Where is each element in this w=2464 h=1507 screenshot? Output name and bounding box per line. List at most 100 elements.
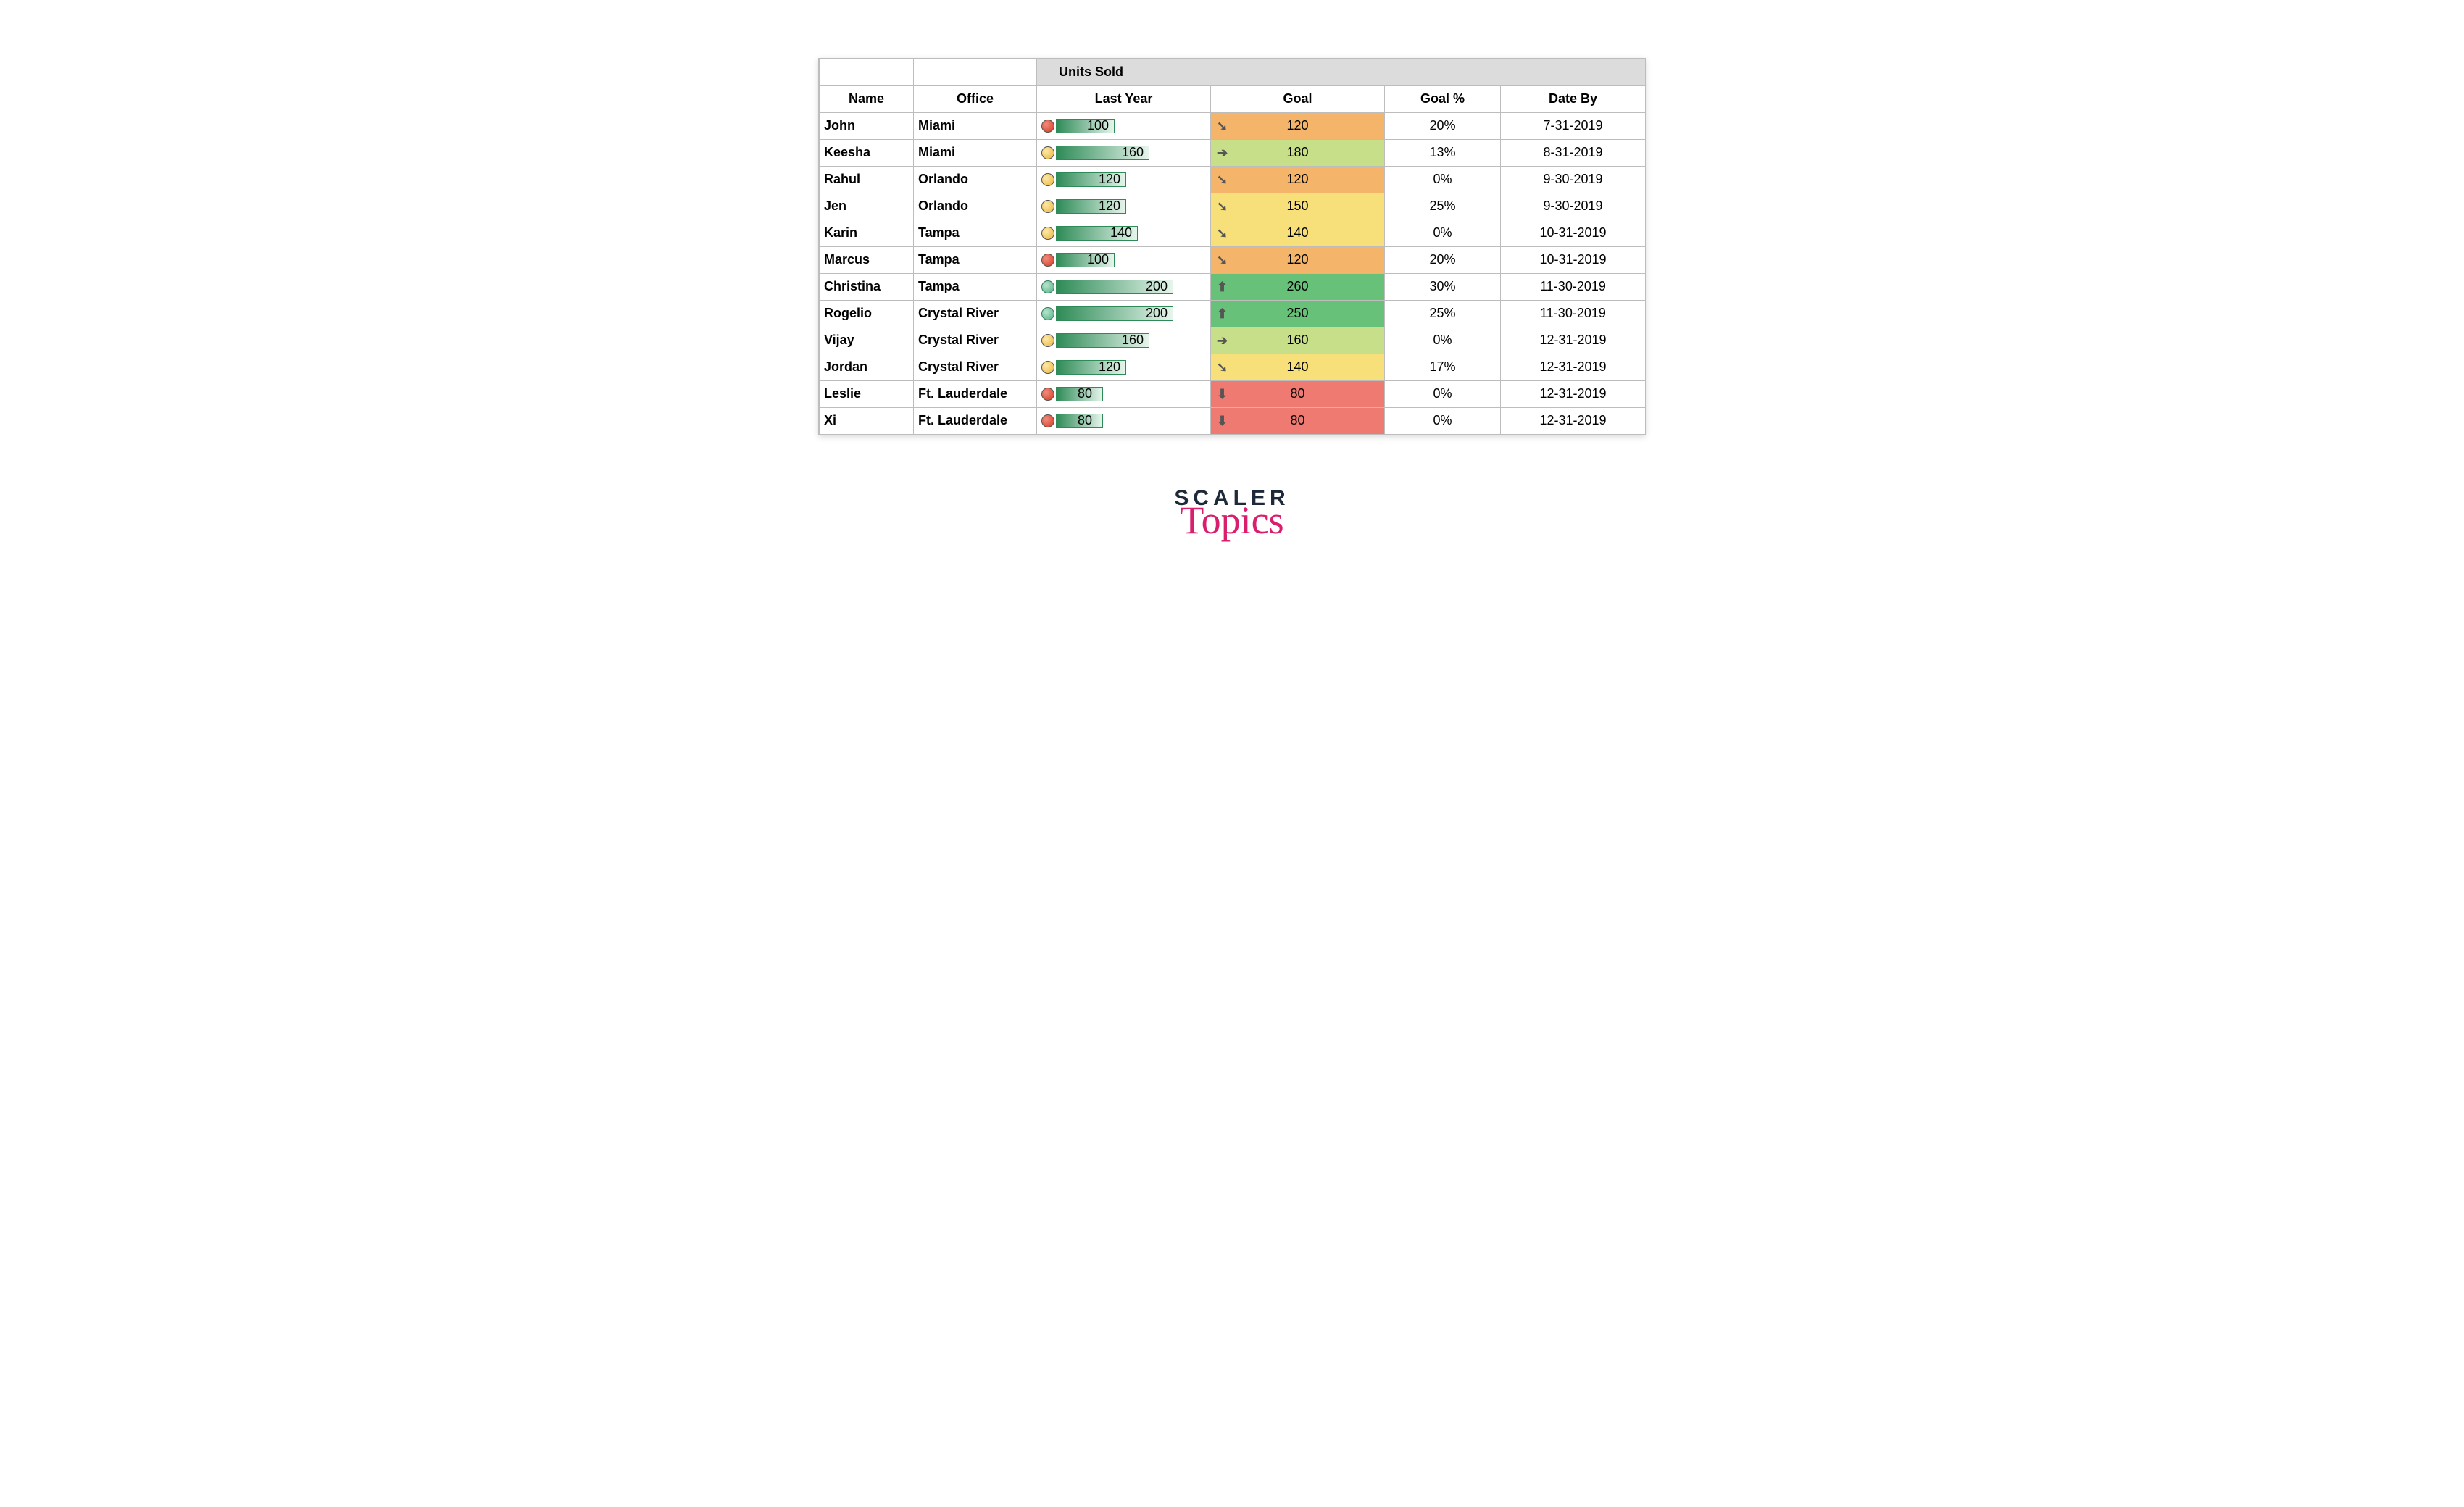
table-row: KarinTampa 140 ➘1400%10-31-2019 <box>820 220 1646 247</box>
cell-goal-pct[interactable]: 20% <box>1385 247 1501 274</box>
cell-date-by[interactable]: 10-31-2019 <box>1501 247 1646 274</box>
cell-office[interactable]: Tampa <box>914 247 1037 274</box>
cell-last-year[interactable]: 100 <box>1037 247 1211 274</box>
hdr-blank-2 <box>914 59 1037 86</box>
table-row: KeeshaMiami 160 ➔18013%8-31-2019 <box>820 140 1646 167</box>
cell-goal[interactable]: ➔160 <box>1211 327 1385 354</box>
status-dot-icon <box>1041 200 1054 213</box>
cell-office[interactable]: Crystal River <box>914 354 1037 381</box>
cell-last-year[interactable]: 80 <box>1037 408 1211 435</box>
cell-goal-pct[interactable]: 0% <box>1385 408 1501 435</box>
cell-date-by[interactable]: 10-31-2019 <box>1501 220 1646 247</box>
cell-goal[interactable]: ⬇80 <box>1211 381 1385 408</box>
cell-goal-pct[interactable]: 25% <box>1385 301 1501 327</box>
bar-value-label: 140 <box>1110 225 1132 241</box>
cell-last-year[interactable]: 120 <box>1037 167 1211 193</box>
cell-office[interactable]: Tampa <box>914 220 1037 247</box>
cell-goal[interactable]: ⬇80 <box>1211 408 1385 435</box>
bar-value-label: 80 <box>1078 413 1092 429</box>
cell-last-year[interactable]: 160 <box>1037 327 1211 354</box>
cell-office[interactable]: Ft. Lauderdale <box>914 408 1037 435</box>
cell-name[interactable]: Christina <box>820 274 914 301</box>
cell-last-year[interactable]: 120 <box>1037 354 1211 381</box>
cell-goal[interactable]: ➘140 <box>1211 354 1385 381</box>
cell-name[interactable]: Jen <box>820 193 914 220</box>
cell-goal[interactable]: ➘120 <box>1211 247 1385 274</box>
cell-name[interactable]: Rahul <box>820 167 914 193</box>
cell-goal[interactable]: ➘120 <box>1211 113 1385 140</box>
cell-goal[interactable]: ➘150 <box>1211 193 1385 220</box>
cell-goal-pct[interactable]: 0% <box>1385 327 1501 354</box>
cell-goal[interactable]: ⬆ 250 <box>1211 301 1385 327</box>
cell-goal[interactable]: ⬆260 <box>1211 274 1385 301</box>
status-dot-icon <box>1041 307 1054 320</box>
trend-arrow-icon: ➘ <box>1217 200 1230 213</box>
cell-office[interactable]: Miami <box>914 113 1037 140</box>
cell-date-by[interactable]: 12-31-2019 <box>1501 381 1646 408</box>
trend-arrow-icon: ⬇ <box>1217 414 1230 427</box>
table-row: JohnMiami100➘12020%7-31-2019 <box>820 113 1646 140</box>
table-row: JenOrlando120➘15025%9-30-2019 <box>820 193 1646 220</box>
cell-office[interactable]: Crystal River <box>914 301 1037 327</box>
bar-value-label: 120 <box>1099 359 1120 375</box>
cell-office[interactable]: Orlando <box>914 193 1037 220</box>
hdr-office: Office <box>914 86 1037 113</box>
cell-last-year[interactable]: 80 <box>1037 381 1211 408</box>
hdr-goal: Goal <box>1211 86 1385 113</box>
table-row: MarcusTampa100➘12020%10-31-2019 <box>820 247 1646 274</box>
cell-last-year[interactable]: 200 <box>1037 274 1211 301</box>
cell-goal[interactable]: ➘140 <box>1211 220 1385 247</box>
cell-name[interactable]: Marcus <box>820 247 914 274</box>
cell-date-by[interactable]: 12-31-2019 <box>1501 408 1646 435</box>
goal-value-label: 160 <box>1286 333 1308 348</box>
cell-last-year[interactable]: 100 <box>1037 113 1211 140</box>
cell-goal-pct[interactable]: 0% <box>1385 381 1501 408</box>
status-dot-icon <box>1041 227 1054 240</box>
cell-date-by[interactable]: 8-31-2019 <box>1501 140 1646 167</box>
cell-office[interactable]: Miami <box>914 140 1037 167</box>
cell-office[interactable]: Ft. Lauderdale <box>914 381 1037 408</box>
scaler-topics-logo: SCALER Topics <box>688 486 1776 543</box>
cell-goal-pct[interactable]: 0% <box>1385 220 1501 247</box>
cell-date-by[interactable]: 7-31-2019 <box>1501 113 1646 140</box>
brand-line2: Topics <box>688 498 1776 543</box>
cell-name[interactable]: Vijay <box>820 327 914 354</box>
cell-last-year[interactable]: 140 <box>1037 220 1211 247</box>
cell-goal-pct[interactable]: 17% <box>1385 354 1501 381</box>
cell-date-by[interactable]: 12-31-2019 <box>1501 327 1646 354</box>
cell-last-year[interactable]: 120 <box>1037 193 1211 220</box>
cell-goal-pct[interactable]: 0% <box>1385 167 1501 193</box>
table-row: VijayCrystal River160➔1600%12-31-2019 <box>820 327 1646 354</box>
cell-name[interactable]: Xi <box>820 408 914 435</box>
cell-goal-pct[interactable]: 20% <box>1385 113 1501 140</box>
goal-value-label: 250 <box>1286 306 1308 322</box>
cell-office[interactable]: Orlando <box>914 167 1037 193</box>
trend-arrow-icon: ⬆ <box>1217 307 1230 320</box>
cell-office[interactable]: Tampa <box>914 274 1037 301</box>
cell-goal-pct[interactable]: 30% <box>1385 274 1501 301</box>
cell-name[interactable]: Karin <box>820 220 914 247</box>
goal-value-label: 140 <box>1286 359 1308 375</box>
cell-goal-pct[interactable]: 25% <box>1385 193 1501 220</box>
cell-date-by[interactable]: 9-30-2019 <box>1501 193 1646 220</box>
cell-goal[interactable]: ➘120 <box>1211 167 1385 193</box>
hdr-name: Name <box>820 86 914 113</box>
cell-last-year[interactable]: 160 <box>1037 140 1211 167</box>
cell-name[interactable]: Keesha <box>820 140 914 167</box>
cell-office[interactable]: Crystal River <box>914 327 1037 354</box>
bar-value-label: 160 <box>1122 145 1144 161</box>
trend-arrow-icon: ➘ <box>1217 227 1230 240</box>
hdr-last-year: Last Year <box>1037 86 1211 113</box>
cell-goal-pct[interactable]: 13% <box>1385 140 1501 167</box>
cell-name[interactable]: Jordan <box>820 354 914 381</box>
cell-name[interactable]: John <box>820 113 914 140</box>
status-dot-icon <box>1041 388 1054 401</box>
cell-name[interactable]: Leslie <box>820 381 914 408</box>
cell-goal[interactable]: ➔180 <box>1211 140 1385 167</box>
cell-name[interactable]: Rogelio <box>820 301 914 327</box>
cell-date-by[interactable]: 11-30-2019 <box>1501 301 1646 327</box>
cell-date-by[interactable]: 9-30-2019 <box>1501 167 1646 193</box>
cell-last-year[interactable]: 200 <box>1037 301 1211 327</box>
cell-date-by[interactable]: 12-31-2019 <box>1501 354 1646 381</box>
cell-date-by[interactable]: 11-30-2019 <box>1501 274 1646 301</box>
